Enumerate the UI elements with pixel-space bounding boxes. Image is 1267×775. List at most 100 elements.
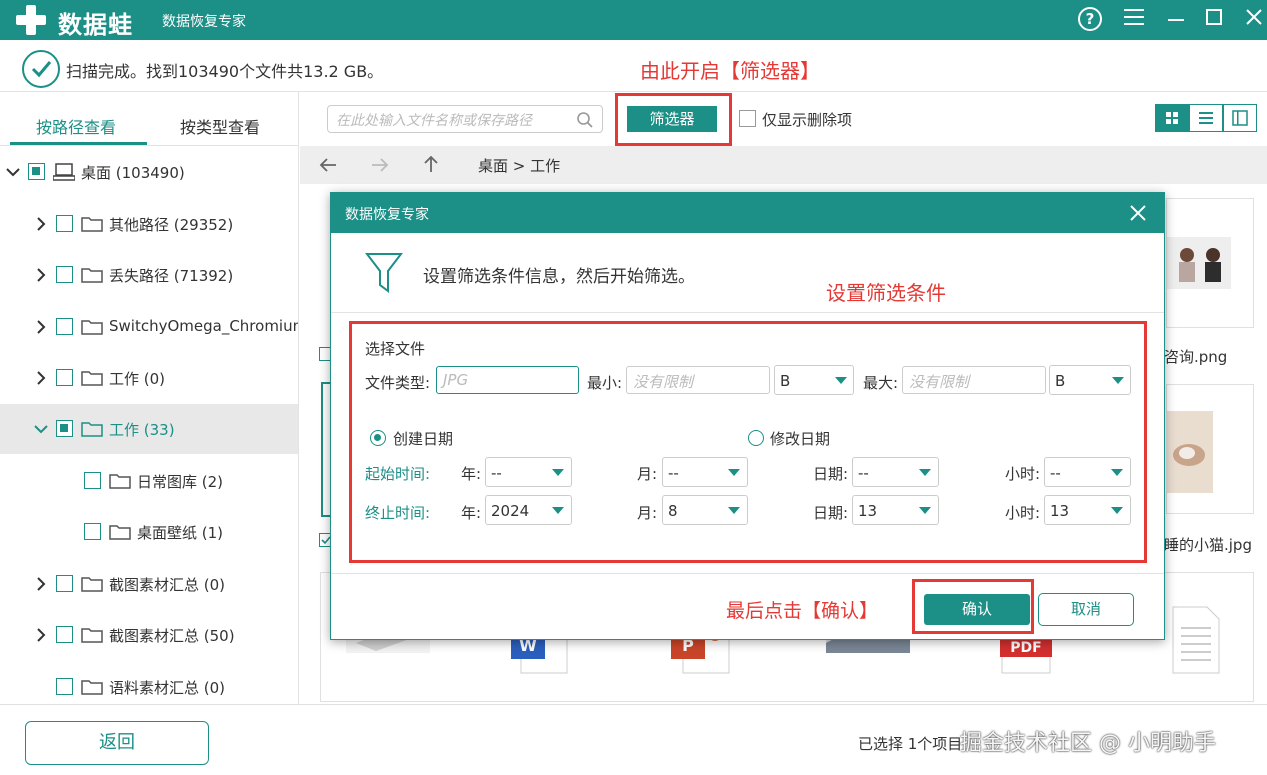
dialog-close-icon[interactable] — [1128, 203, 1148, 223]
chevron-down-icon — [1112, 377, 1124, 384]
back-button[interactable]: 返回 — [25, 721, 209, 765]
min-size-label: 最小: — [587, 374, 623, 392]
month-label: 月: — [637, 504, 658, 522]
tree-checkbox[interactable] — [56, 678, 73, 695]
chevron-right-icon[interactable] — [34, 268, 48, 282]
only-deleted-checkbox[interactable] — [739, 110, 756, 127]
tree-checkbox[interactable] — [56, 318, 73, 335]
end-day-select[interactable]: 13 — [852, 495, 939, 525]
file-type-input[interactable]: JPG — [436, 366, 579, 394]
forward-arrow-icon[interactable] — [370, 156, 390, 174]
breadcrumb[interactable]: 桌面 > 工作 — [478, 155, 560, 176]
max-unit-select[interactable]: B — [1049, 365, 1131, 395]
tree-item-lost-paths[interactable]: 丢失路径 (71392) — [0, 250, 298, 300]
tree-checkbox[interactable] — [56, 215, 73, 232]
filter-button[interactable]: 筛选器 — [627, 106, 717, 132]
max-size-input[interactable]: 没有限制 — [902, 366, 1046, 394]
end-month-value: 8 — [668, 502, 678, 520]
tree-checkbox[interactable] — [56, 369, 73, 386]
tree-item-other-paths[interactable]: 其他路径 (29352) — [0, 199, 298, 249]
app-title: 数据恢复专家 — [162, 14, 246, 30]
back-arrow-icon[interactable] — [318, 156, 338, 174]
tree-item-switchyomega[interactable]: SwitchyOmega_Chromium — [0, 302, 299, 352]
tree-item-label: 截图素材汇总 (50) — [109, 627, 235, 645]
file-card[interactable] — [1166, 198, 1254, 328]
start-day-select[interactable]: -- — [852, 457, 939, 487]
end-hour-select[interactable]: 13 — [1044, 495, 1131, 525]
status-row: 扫描完成。找到103490个文件共13.2 GB。 由此开启【筛选器】 — [0, 40, 1267, 92]
tree-checkbox[interactable] — [84, 472, 101, 489]
only-deleted-label: 仅显示删除项 — [762, 111, 853, 129]
tree-item-desktop[interactable]: 桌面 (103490) — [0, 147, 298, 197]
modify-date-radio[interactable] — [748, 430, 764, 446]
confirm-button[interactable]: 确认 — [924, 594, 1030, 625]
chevron-right-icon[interactable] — [34, 217, 48, 231]
up-arrow-icon[interactable] — [422, 154, 440, 174]
tab-by-type[interactable]: 按类型查看 — [180, 114, 260, 138]
cat-thumbnail — [1167, 411, 1213, 493]
end-month-select[interactable]: 8 — [662, 495, 748, 525]
chevron-right-icon[interactable] — [34, 577, 48, 591]
start-month-select[interactable]: -- — [662, 457, 748, 487]
end-year-value: 2024 — [491, 502, 530, 520]
tree-checkbox[interactable] — [28, 163, 45, 180]
chevron-down-icon[interactable] — [6, 165, 20, 179]
maximize-icon[interactable] — [1200, 6, 1228, 34]
chevron-down-icon — [552, 469, 564, 476]
file-type-placeholder: JPG — [443, 371, 469, 389]
file-card[interactable] — [1166, 384, 1254, 514]
tree-item-wallpaper[interactable]: 桌面壁纸 (1) — [0, 507, 298, 557]
chevron-down-icon[interactable] — [34, 422, 48, 436]
chevron-right-icon[interactable] — [34, 371, 48, 385]
tree-item-daily-gallery[interactable]: 日常图库 (2) — [0, 456, 298, 506]
create-date-label: 创建日期 — [393, 430, 454, 448]
tree-item-corpus[interactable]: 语料素材汇总 (0) — [0, 662, 298, 704]
detail-view-button[interactable] — [1223, 104, 1257, 132]
tree-item-screenshot-50[interactable]: 截图素材汇总 (50) — [0, 610, 298, 660]
tab-by-path[interactable]: 按路径查看 — [36, 114, 116, 138]
start-hour-select[interactable]: -- — [1044, 457, 1131, 487]
folder-icon — [81, 320, 103, 335]
min-unit-select[interactable]: B — [774, 365, 854, 395]
search-input[interactable]: 在此处输入文件名称或保存路径 — [327, 105, 603, 133]
close-icon[interactable] — [1240, 6, 1267, 34]
brand-name: 数据蛙 — [58, 11, 133, 39]
check-circle-icon — [22, 50, 60, 88]
folder-icon — [81, 268, 103, 283]
tree-item-label: 其他路径 (29352) — [109, 216, 234, 234]
search-icon[interactable] — [576, 111, 594, 129]
list-view-button[interactable] — [1189, 104, 1223, 132]
cancel-button[interactable]: 取消 — [1038, 593, 1134, 626]
year-label: 年: — [461, 504, 482, 522]
create-date-radio[interactable] — [370, 430, 386, 446]
grid-view-button[interactable] — [1155, 104, 1189, 132]
folder-icon — [81, 217, 103, 232]
chevron-right-icon[interactable] — [34, 320, 48, 334]
tree-item-work-0[interactable]: 工作 (0) — [0, 353, 298, 403]
minimize-icon[interactable] — [1162, 6, 1190, 34]
tree-item-screenshot-0[interactable]: 截图素材汇总 (0) — [0, 559, 298, 609]
menu-icon[interactable] — [1120, 6, 1148, 34]
year-label: 年: — [461, 465, 482, 483]
chevron-right-icon[interactable] — [34, 628, 48, 642]
help-icon[interactable]: ? — [1076, 6, 1104, 34]
chevron-down-icon — [919, 507, 931, 514]
min-size-input[interactable]: 没有限制 — [626, 366, 770, 394]
filter-dialog: 数据恢复专家 设置筛选条件信息，然后开始筛选。 设置筛选条件 选择文件 文件类型… — [330, 192, 1165, 640]
folder-icon — [109, 525, 131, 540]
tree-checkbox[interactable] — [56, 575, 73, 592]
tree-checkbox[interactable] — [84, 523, 101, 540]
tree-item-label: 桌面壁纸 (1) — [137, 524, 224, 542]
max-unit-value: B — [1055, 372, 1066, 390]
divider — [0, 145, 298, 146]
start-year-value: -- — [491, 464, 502, 482]
tree-item-label: SwitchyOmega_Chromium — [109, 317, 299, 335]
tree-item-work-33[interactable]: 工作 (33) — [0, 404, 298, 454]
tree-item-label: 工作 (0) — [109, 370, 166, 388]
tree-checkbox[interactable] — [56, 420, 73, 437]
start-year-select[interactable]: -- — [485, 457, 572, 487]
tree-checkbox[interactable] — [56, 266, 73, 283]
tree-checkbox[interactable] — [56, 626, 73, 643]
folder-icon — [81, 680, 103, 695]
end-year-select[interactable]: 2024 — [485, 495, 572, 525]
